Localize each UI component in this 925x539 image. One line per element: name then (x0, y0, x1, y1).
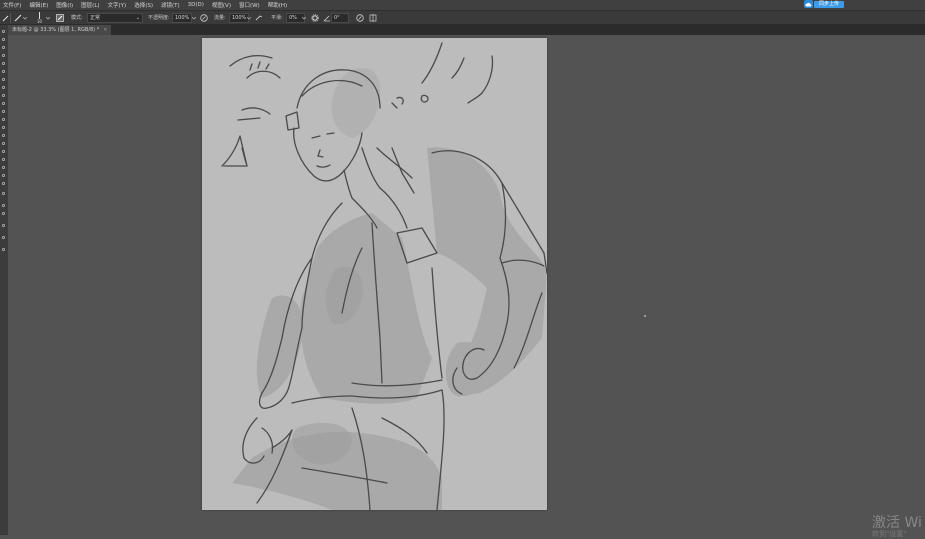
angle-input[interactable]: 0° (331, 13, 349, 23)
stamp-tool-icon[interactable] (1, 93, 7, 98)
chevron-down-icon[interactable] (246, 14, 251, 22)
path-select-tool-icon[interactable] (1, 157, 7, 162)
smoothing-label: 平滑: (271, 15, 283, 21)
flow-label: 流量: (214, 15, 226, 21)
brush-size-value: 30 (37, 19, 43, 24)
chevron-down-icon: ⌄ (135, 15, 140, 21)
dodge-tool-icon[interactable] (1, 133, 7, 138)
hand-tool-icon[interactable] (1, 173, 7, 178)
pressure-size-icon[interactable] (356, 14, 364, 22)
lasso-tool-icon[interactable] (1, 45, 7, 50)
brush-size-picker[interactable]: 30 (36, 12, 44, 24)
quick-select-tool-icon[interactable] (1, 53, 7, 58)
pressure-opacity-icon[interactable] (200, 14, 208, 22)
airbrush-icon[interactable] (255, 14, 263, 22)
eyedropper-tool-icon[interactable] (1, 69, 7, 74)
tool-preset-icon[interactable] (1, 14, 9, 22)
mode-label: 模式: (71, 15, 83, 21)
document-tab[interactable]: 未标题-2 @ 33.3% (图层 1, RGB/8) * × (8, 25, 112, 35)
brush-size-indicator (39, 12, 40, 19)
brush-icon[interactable] (14, 14, 22, 22)
gradient-tool-icon[interactable] (1, 117, 7, 122)
mode-value: 正常 (90, 15, 101, 21)
crop-tool-icon[interactable] (1, 61, 7, 66)
opacity-input[interactable]: 100% (172, 13, 192, 23)
menu-image[interactable]: 图像(I) (52, 1, 77, 9)
symmetry-icon[interactable] (369, 14, 377, 22)
marquee-tool-icon[interactable] (1, 37, 7, 42)
menu-3d[interactable]: 3D(D) (184, 2, 208, 8)
quick-mask-icon[interactable] (1, 223, 7, 228)
menu-window[interactable]: 窗口(W) (235, 1, 264, 9)
foreground-color-icon[interactable] (1, 203, 7, 208)
document-canvas[interactable] (202, 38, 547, 510)
tools-panel (0, 25, 8, 535)
chevron-down-icon[interactable] (22, 14, 27, 22)
chevron-down-icon[interactable] (45, 14, 50, 22)
chevron-down-icon[interactable] (301, 14, 306, 22)
menu-filter[interactable]: 滤镜(T) (157, 1, 184, 9)
menu-file[interactable]: 文件(F) (0, 1, 25, 9)
divider (10, 13, 11, 23)
cursor-dot (644, 315, 646, 317)
menu-view[interactable]: 视图(V) (208, 1, 235, 9)
document-tab-bar: 未标题-2 @ 33.3% (图层 1, RGB/8) * × (8, 25, 925, 35)
mode-select[interactable]: 正常 ⌄ (87, 13, 143, 23)
zoom-tool-icon[interactable] (1, 181, 7, 186)
activation-watermark-subtext: 转到"设置" (872, 530, 907, 538)
screen-mode-icon[interactable] (1, 235, 7, 240)
document-tab-title: 未标题-2 @ 33.3% (图层 1, RGB/8) * (12, 27, 100, 33)
healing-tool-icon[interactable] (1, 77, 7, 82)
menu-bar: 文件(F) 编辑(E) 图像(I) 图层(L) 文字(Y) 选择(S) 滤镜(T… (0, 0, 925, 10)
gear-icon[interactable] (311, 14, 319, 22)
menu-help[interactable]: 帮助(H) (264, 1, 291, 9)
pen-tool-icon[interactable] (1, 141, 7, 146)
close-icon[interactable]: × (103, 27, 107, 33)
angle-icon (323, 14, 331, 22)
menu-type[interactable]: 文字(Y) (104, 1, 131, 9)
menu-layer[interactable]: 图层(L) (77, 1, 103, 9)
opacity-label: 不透明度: (148, 15, 170, 21)
cloud-icon (804, 0, 813, 8)
cloud-sync-label: 同步上传 (814, 0, 845, 8)
chevron-down-icon[interactable] (191, 14, 196, 22)
background-color-icon[interactable] (1, 211, 7, 216)
history-brush-tool-icon[interactable] (1, 101, 7, 106)
menu-edit[interactable]: 编辑(E) (25, 1, 52, 9)
brush-tool-icon[interactable] (1, 85, 7, 90)
cloud-sync-button[interactable]: 同步上传 (804, 0, 846, 8)
sketch-drawing (221, 42, 547, 510)
edit-toolbar-icon[interactable] (1, 247, 7, 252)
shape-tool-icon[interactable] (1, 165, 7, 170)
more-tools-icon[interactable] (1, 191, 7, 196)
move-tool-icon[interactable] (1, 29, 7, 34)
type-tool-icon[interactable] (1, 149, 7, 154)
blur-tool-icon[interactable] (1, 125, 7, 130)
eraser-tool-icon[interactable] (1, 109, 7, 114)
menu-select[interactable]: 选择(S) (130, 1, 157, 9)
options-bar: 30 模式: 正常 ⌄ 不透明度: 100% 流量: 100% 平滑: 0% 0… (0, 10, 925, 25)
brush-panel-icon[interactable] (56, 14, 64, 22)
